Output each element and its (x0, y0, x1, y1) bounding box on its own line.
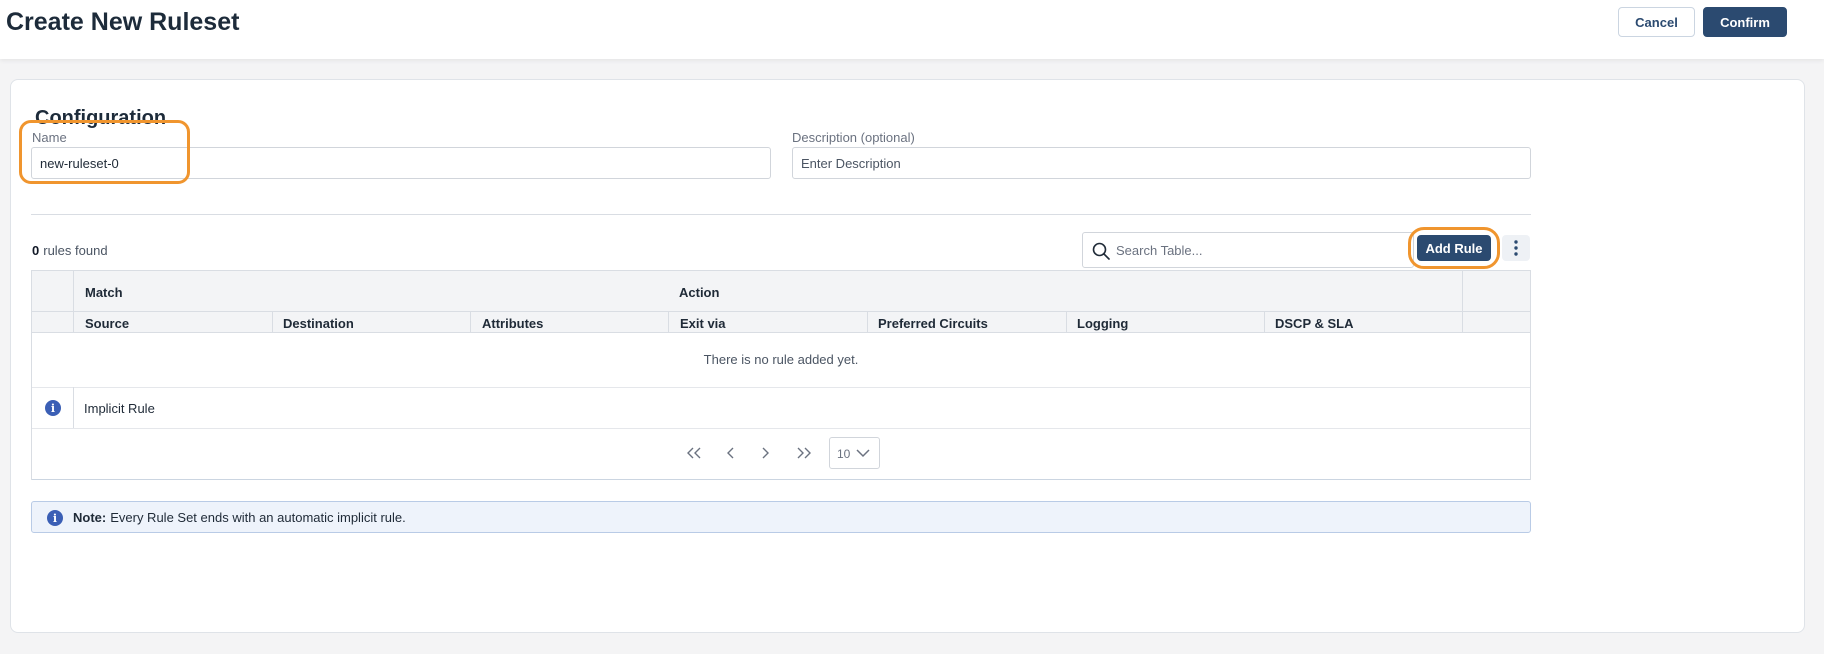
column-header-dscp-sla: DSCP & SLA (1275, 316, 1354, 331)
page-size-value: 10 (837, 447, 851, 461)
col-divider (668, 312, 669, 333)
note-info-icon: i (47, 510, 63, 526)
section-title: Configuration (35, 107, 167, 129)
match-header: Match (85, 285, 123, 300)
name-value: new-ruleset-0 (40, 155, 119, 171)
column-header-destination: Destination (283, 316, 354, 331)
divider (31, 214, 1531, 215)
search-box[interactable] (1082, 232, 1414, 268)
cancel-button[interactable]: Cancel (1618, 7, 1695, 37)
col-divider (73, 387, 74, 428)
column-header-logging: Logging (1077, 316, 1129, 331)
configuration-card: Configuration Name new-ruleset-0 Descrip… (10, 79, 1805, 633)
add-rule-button[interactable]: Add Rule (1417, 235, 1491, 261)
row-divider (32, 428, 1530, 429)
info-icon: i (45, 400, 61, 416)
rules-count-suffix: rules found (43, 243, 108, 258)
column-header-attributes: Attributes (482, 316, 544, 331)
first-page-icon[interactable] (687, 447, 701, 459)
last-page-icon[interactable] (797, 447, 811, 459)
kebab-menu-icon (1514, 240, 1518, 256)
col-divider (867, 312, 868, 333)
column-header-preferred-circuits: Preferred Circuits (878, 316, 988, 331)
next-page-icon[interactable] (762, 447, 770, 459)
col-divider (272, 312, 273, 333)
col-divider (1462, 271, 1463, 333)
rules-table: Match Action Source Destination Attribut… (31, 270, 1531, 480)
note-label: Note: (73, 510, 107, 525)
search-input[interactable] (1116, 233, 1406, 267)
implicit-rule-label: Implicit Rule (84, 401, 155, 416)
table-bottom-border (32, 479, 1530, 480)
note-banner: i Note: Every Rule Set ends with an autom… (31, 501, 1531, 533)
previous-page-icon[interactable] (726, 447, 734, 459)
row-divider (32, 387, 1530, 388)
name-label: Name (32, 130, 67, 145)
col-divider (1066, 312, 1067, 333)
name-field[interactable]: new-ruleset-0 (31, 147, 771, 179)
rules-count: 0 rules found (32, 243, 108, 258)
page-title: Create New Ruleset (6, 8, 240, 36)
page-header: Create New Ruleset Cancel Confirm (0, 0, 1824, 59)
chevron-down-icon (856, 449, 870, 458)
rules-count-number: 0 (32, 243, 40, 258)
col-divider (470, 312, 471, 333)
empty-message: There is no rule added yet. (703, 352, 859, 367)
action-header: Action (679, 285, 720, 300)
page-size-select[interactable]: 10 (829, 437, 880, 469)
search-icon (1092, 242, 1110, 260)
confirm-button[interactable]: Confirm (1703, 7, 1787, 37)
note-message: Every Rule Set ends with an automatic im… (110, 510, 406, 525)
table-group-header (32, 271, 1530, 312)
col-divider (73, 271, 74, 333)
column-header-exit-via: Exit via (680, 316, 726, 331)
description-placeholder: Enter Description (801, 155, 901, 171)
col-divider (1264, 312, 1265, 333)
description-label: Description (optional) (792, 130, 915, 145)
note-text: Note: Every Rule Set ends with an automat… (73, 510, 406, 525)
description-field[interactable]: Enter Description (792, 147, 1531, 179)
more-options-button[interactable] (1502, 235, 1530, 261)
column-header-source: Source (85, 316, 130, 331)
